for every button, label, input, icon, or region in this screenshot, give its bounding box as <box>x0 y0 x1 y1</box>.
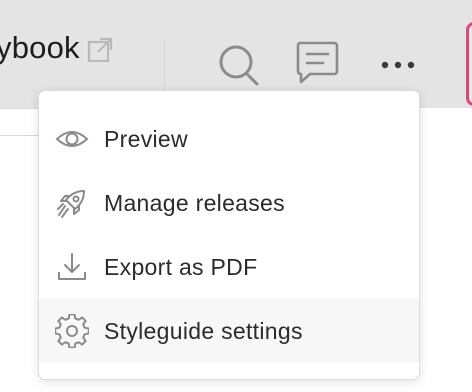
menu-item-manage-releases[interactable]: Manage releases <box>39 171 419 235</box>
menu-item-label: Manage releases <box>104 189 285 216</box>
gear-icon <box>55 314 89 348</box>
more-options-button[interactable] <box>372 38 420 90</box>
eye-icon <box>55 131 89 147</box>
toolbar-divider <box>164 40 165 96</box>
menu-item-label: Export as PDF <box>104 253 258 280</box>
search-button[interactable] <box>214 38 262 90</box>
download-icon <box>58 253 86 280</box>
menu-item-export-pdf[interactable]: Export as PDF <box>39 235 419 299</box>
menu-item-styleguide-settings[interactable]: Styleguide settings <box>39 299 419 363</box>
external-link-icon[interactable] <box>86 36 114 64</box>
accent-edge[interactable] <box>466 22 472 106</box>
menu-item-label: Styleguide settings <box>104 317 303 344</box>
comment-icon <box>296 41 339 84</box>
rocket-icon <box>57 190 85 218</box>
comments-button[interactable] <box>293 38 341 90</box>
menu-item-preview[interactable]: Preview <box>39 107 419 171</box>
page-title: ybook <box>0 30 80 65</box>
more-horizontal-icon <box>381 61 415 69</box>
dropdown-menu: Preview Manage releases Export as PDF St… <box>38 90 420 380</box>
menu-item-label: Preview <box>104 125 188 152</box>
search-icon <box>219 45 259 86</box>
